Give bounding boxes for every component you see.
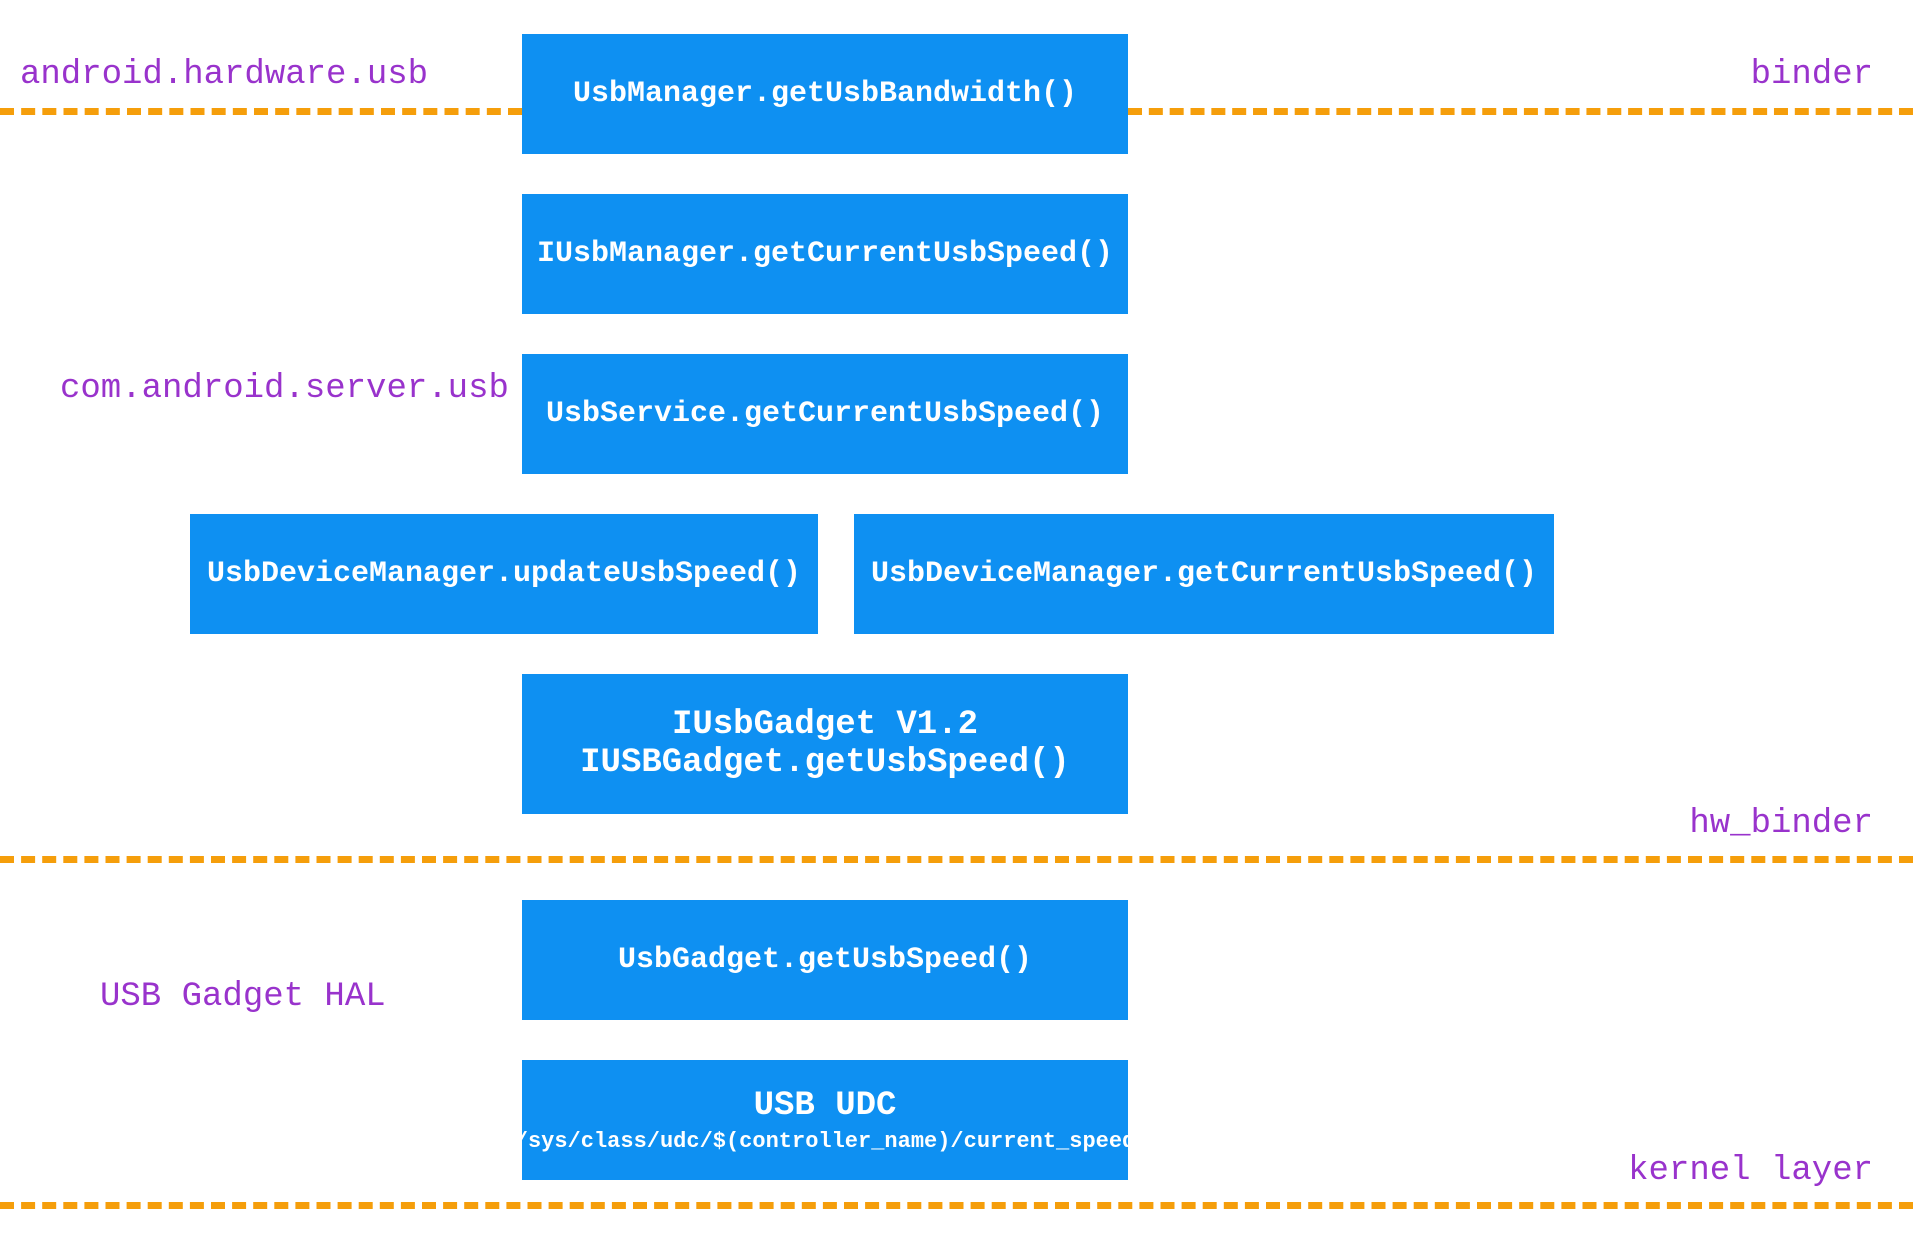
hw-binder-line [0, 856, 1913, 863]
text-b7: UsbGadget.getUsbSpeed() [618, 943, 1032, 977]
text-b3: UsbService.getCurrentUsbSpeed() [546, 397, 1104, 431]
box-usbdevicemanager-getcurrentusbspeed: UsbDeviceManager.getCurrentUsbSpeed() [854, 514, 1554, 634]
label-kernel-layer: kernel layer [1628, 1152, 1873, 1190]
text-b8-title: USB UDC [754, 1087, 897, 1125]
text-b6-sub: IUSBGadget.getUsbSpeed() [580, 744, 1070, 782]
box-usbgadget-getusbspeed: UsbGadget.getUsbSpeed() [522, 900, 1128, 1020]
label-usb-gadget-hal: USB Gadget HAL [100, 978, 386, 1016]
box-usb-udc: USB UDC /sys/class/udc/$(controller_name… [522, 1060, 1128, 1180]
label-hw-binder: hw_binder [1689, 805, 1873, 843]
text-b8-sub: /sys/class/udc/$(controller_name)/curren… [515, 1129, 1136, 1154]
binder-line-left [0, 108, 522, 115]
box-usbmanager-getusbbandwidth: UsbManager.getUsbBandwidth() [522, 34, 1128, 154]
binder-line-right [1128, 108, 1913, 115]
text-b2: IUsbManager.getCurrentUsbSpeed() [537, 237, 1113, 271]
label-com-android-server-usb: com.android.server.usb [60, 370, 509, 408]
box-iusbgadget-v12: IUsbGadget V1.2 IUSBGadget.getUsbSpeed() [522, 674, 1128, 814]
box-usbdevicemanager-updateusbspeed: UsbDeviceManager.updateUsbSpeed() [190, 514, 818, 634]
kernel-line [0, 1202, 1913, 1209]
label-binder: binder [1751, 56, 1873, 94]
label-android-hardware-usb: android.hardware.usb [20, 56, 428, 94]
text-b5: UsbDeviceManager.getCurrentUsbSpeed() [871, 557, 1537, 591]
text-b4: UsbDeviceManager.updateUsbSpeed() [207, 557, 801, 591]
text-b6-title: IUsbGadget V1.2 [672, 706, 978, 744]
box-usbservice-getcurrentusbspeed: UsbService.getCurrentUsbSpeed() [522, 354, 1128, 474]
box-iusbmanager-getcurrentusbspeed: IUsbManager.getCurrentUsbSpeed() [522, 194, 1128, 314]
text-b1: UsbManager.getUsbBandwidth() [573, 77, 1077, 111]
